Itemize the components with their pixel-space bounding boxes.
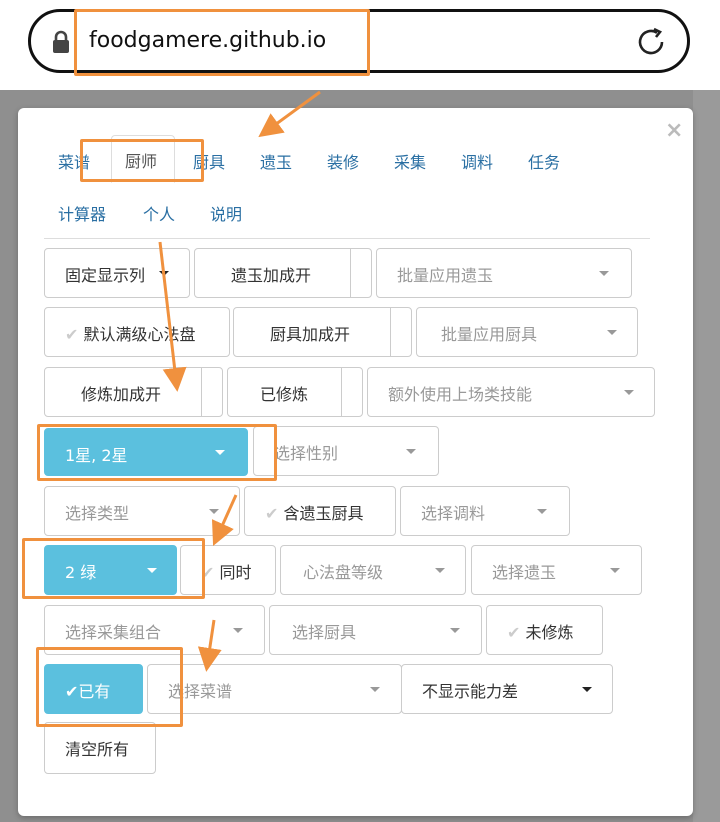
- annotation-arrows: [158, 90, 321, 672]
